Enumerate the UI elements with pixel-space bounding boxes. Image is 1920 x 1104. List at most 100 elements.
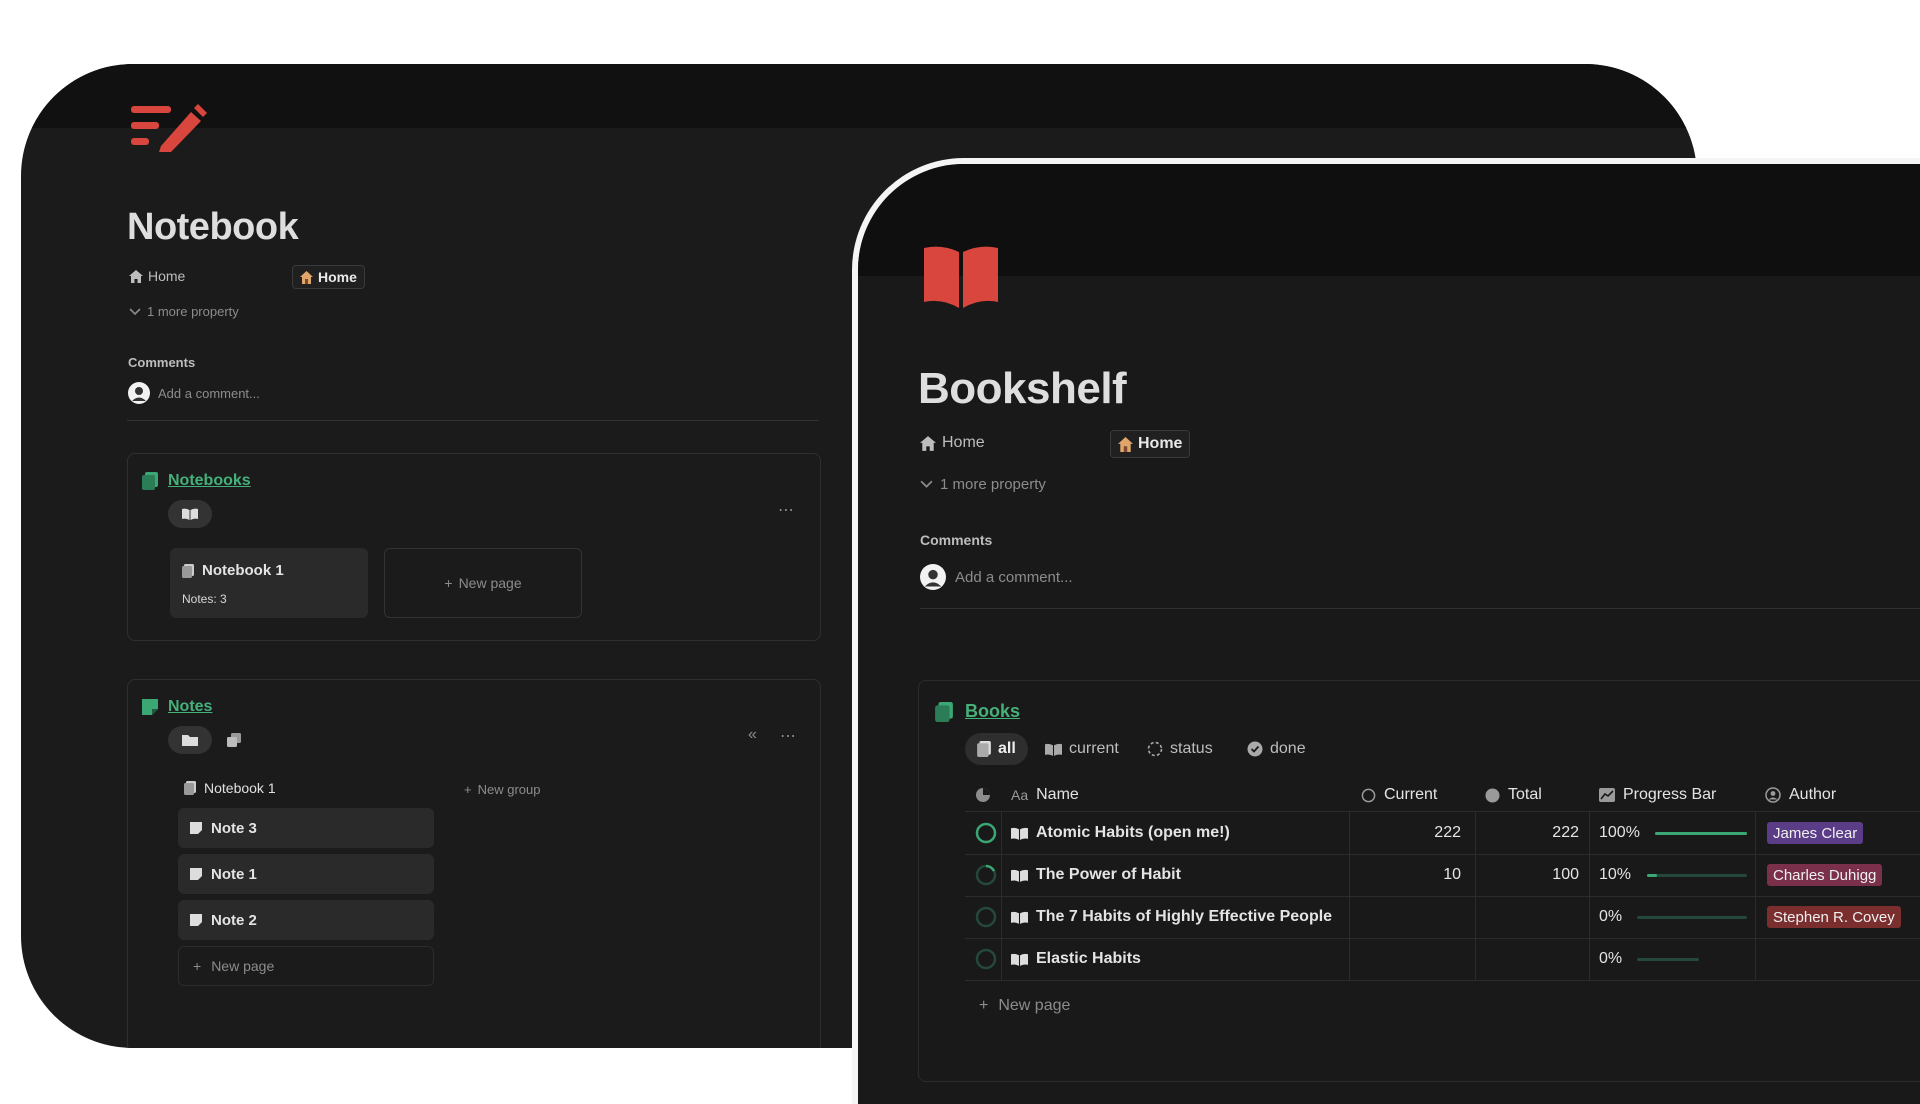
board-view-tab[interactable] xyxy=(168,726,212,754)
plus-icon: + xyxy=(979,997,989,1014)
note-card[interactable]: Note 2 xyxy=(178,900,434,940)
more-property-toggle[interactable]: 1 more property xyxy=(920,476,1046,493)
new-page-button[interactable]: + New page xyxy=(979,997,1070,1015)
notebooks-database: Notebooks ⋯ Notebook 1 Notes: 3 + New pa… xyxy=(127,453,821,641)
status-empty-icon[interactable] xyxy=(975,948,997,970)
notebook-card[interactable]: Notebook 1 Notes: 3 xyxy=(170,548,368,618)
books-db-header: Books xyxy=(935,701,1020,722)
book-stack-icon xyxy=(977,741,991,757)
author-tag[interactable]: Charles Duhigg xyxy=(1767,864,1883,886)
comment-row[interactable]: Add a comment... xyxy=(920,564,1073,590)
view-tab-label: current xyxy=(1069,740,1119,757)
column-label: Progress Bar xyxy=(1623,786,1717,803)
view-tab-current[interactable]: current xyxy=(1045,733,1119,765)
current-cell[interactable]: 10 xyxy=(1349,864,1461,886)
progress-label: 10% xyxy=(1599,866,1632,883)
table-row[interactable]: Elastic Habits 0% xyxy=(965,939,1920,980)
comments-label: Comments xyxy=(128,355,196,370)
name-column-header[interactable]: Aa Name xyxy=(1011,783,1079,807)
comment-input[interactable]: Add a comment... xyxy=(158,386,260,401)
notebooks-db-header: Notebooks xyxy=(142,472,251,490)
table-row[interactable]: The Power of Habit 10 100 10% Charles Du… xyxy=(965,855,1920,896)
total-cell[interactable]: 222 xyxy=(1475,822,1579,844)
open-book-icon xyxy=(1045,743,1062,756)
more-options-icon[interactable]: ⋯ xyxy=(778,500,794,520)
folder-icon xyxy=(182,734,198,746)
name-cell[interactable]: Elastic Habits xyxy=(1011,948,1141,970)
progress-bar xyxy=(1637,916,1747,919)
property-label: Home xyxy=(148,268,186,284)
note-card[interactable]: Note 1 xyxy=(178,854,434,894)
avatar xyxy=(920,564,946,590)
collapse-icon[interactable]: « xyxy=(748,726,757,744)
current-column-header[interactable]: Current xyxy=(1361,783,1437,807)
gallery-view-tab[interactable] xyxy=(168,500,212,528)
current-cell[interactable]: 222 xyxy=(1349,822,1461,844)
avatar xyxy=(128,382,150,404)
notes-database: Notes « ⋯ Notebook 1 + New group Note 3 xyxy=(127,679,821,1048)
table-row[interactable]: Atomic Habits (open me!) 222 222 100% Ja… xyxy=(965,812,1920,854)
pie-icon xyxy=(975,787,991,803)
home-relation-pill[interactable]: Home xyxy=(1110,430,1191,458)
more-property-toggle[interactable]: 1 more property xyxy=(129,304,239,319)
plus-icon: + xyxy=(193,958,202,974)
divider xyxy=(920,608,1920,609)
books-database: Books all current status done Aa Name Cu… xyxy=(918,680,1920,1082)
note-title: Note 2 xyxy=(211,911,257,929)
progress-label: 100% xyxy=(1599,824,1640,841)
home-relation-label: Home xyxy=(318,269,357,285)
author-tag[interactable]: James Clear xyxy=(1767,822,1864,844)
list-view-tab[interactable] xyxy=(224,730,244,750)
bookshelf-page-icon xyxy=(924,246,998,308)
column-label: Name xyxy=(1036,786,1079,803)
table-row[interactable]: The 7 Habits of Highly Effective People … xyxy=(965,897,1920,938)
note-card[interactable]: Note 3 xyxy=(178,808,434,848)
total-column-header[interactable]: Total xyxy=(1485,783,1542,807)
page-cover xyxy=(858,164,1920,276)
view-tab-status[interactable]: status xyxy=(1147,733,1213,765)
plus-icon: + xyxy=(464,782,472,797)
house-icon xyxy=(1118,436,1133,452)
name-cell[interactable]: The Power of Habit xyxy=(1011,864,1181,886)
new-page-label: New page xyxy=(998,997,1071,1014)
books-db-title[interactable]: Books xyxy=(965,701,1020,722)
notebooks-db-title[interactable]: Notebooks xyxy=(168,472,251,490)
group-label: Notebook 1 xyxy=(204,780,276,796)
name-cell[interactable]: The 7 Habits of Highly Effective People xyxy=(1011,906,1332,928)
home-relation-pill[interactable]: Home xyxy=(292,265,365,289)
progress-chart-icon xyxy=(1599,788,1615,802)
chevron-down-icon xyxy=(920,480,933,489)
new-page-label: New page xyxy=(211,958,275,974)
status-done-icon[interactable] xyxy=(975,822,997,844)
notes-db-title[interactable]: Notes xyxy=(168,698,212,716)
column-label: Current xyxy=(1384,786,1438,803)
new-page-button[interactable]: + New page xyxy=(178,946,434,986)
status-partial-icon[interactable] xyxy=(975,864,997,886)
more-options-icon[interactable]: ⋯ xyxy=(780,726,796,746)
notebook-icon xyxy=(182,563,194,578)
status-empty-icon[interactable] xyxy=(975,906,997,928)
author-column-header[interactable]: Author xyxy=(1765,783,1836,807)
progress-column-header[interactable]: Progress Bar xyxy=(1599,783,1716,807)
open-book-icon xyxy=(1011,869,1028,882)
author-tag[interactable]: Stephen R. Covey xyxy=(1767,906,1901,928)
view-tab-label: done xyxy=(1270,740,1306,757)
home-relation-label: Home xyxy=(1138,435,1183,452)
view-tab-done[interactable]: done xyxy=(1247,733,1306,765)
new-page-card[interactable]: + New page xyxy=(384,548,582,618)
comment-input[interactable]: Add a comment... xyxy=(955,569,1073,586)
note-title: Note 1 xyxy=(211,865,257,883)
total-cell[interactable]: 100 xyxy=(1475,864,1579,886)
view-tab-all[interactable]: all xyxy=(965,733,1028,765)
status-column-header[interactable] xyxy=(975,785,991,805)
name-cell[interactable]: Atomic Habits (open me!) xyxy=(1011,822,1230,844)
comment-row[interactable]: Add a comment... xyxy=(128,382,260,404)
table-rule xyxy=(965,980,1920,981)
new-group-button[interactable]: + New group xyxy=(464,782,540,797)
property-label: Home xyxy=(942,434,985,451)
notebook-icon xyxy=(142,472,158,490)
open-book-icon xyxy=(182,508,198,520)
bookshelf-window: Bookshelf Home Home 1 more property Comm… xyxy=(852,158,1920,1104)
page-cover xyxy=(21,64,1697,128)
person-icon xyxy=(1765,787,1781,803)
